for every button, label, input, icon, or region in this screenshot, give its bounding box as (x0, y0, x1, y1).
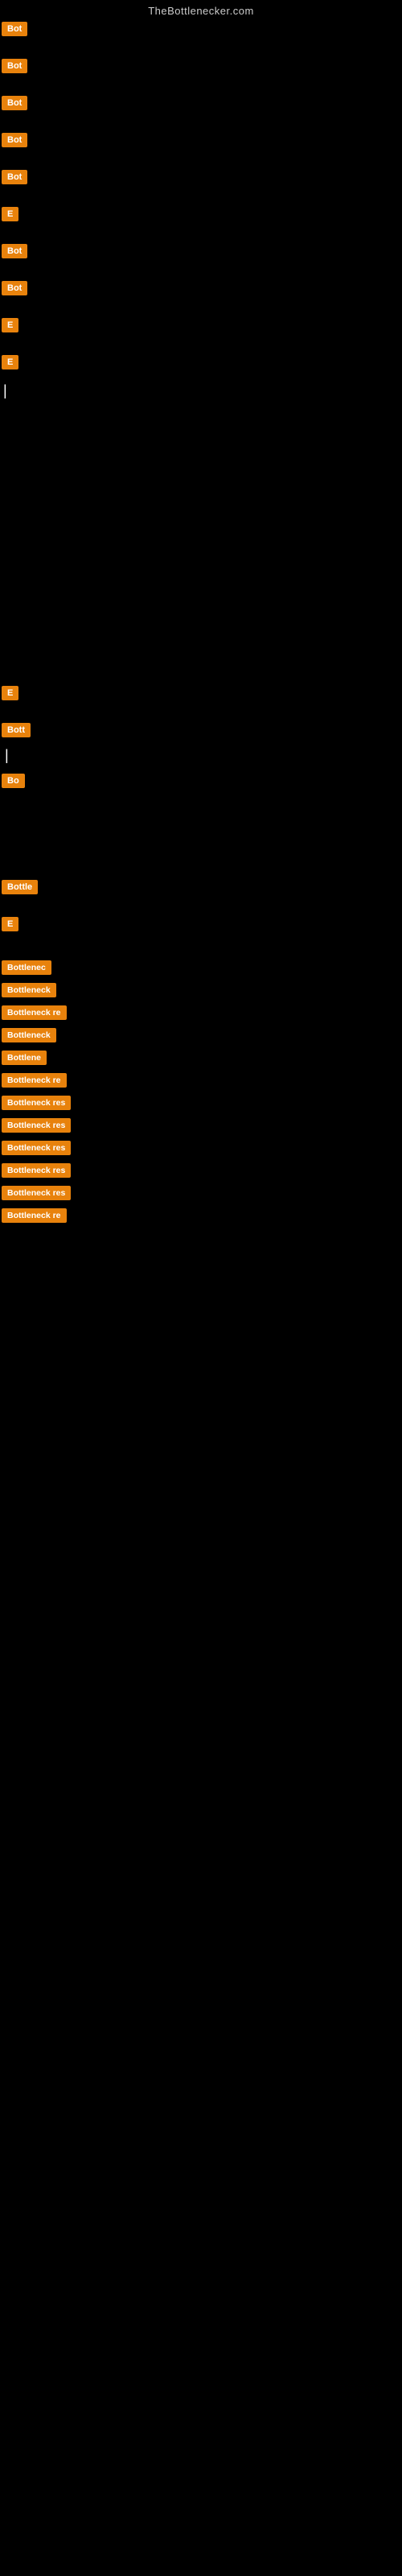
list-btn-2[interactable]: Bottleneck (2, 983, 56, 997)
row-1: Bot (2, 22, 402, 36)
pipe-char: | (2, 381, 9, 401)
list-btn-6[interactable]: Bottleneck re (2, 1073, 67, 1088)
list-btn-9[interactable]: Bottleneck res (2, 1141, 71, 1155)
mid-row-1: E (2, 686, 402, 700)
mid-btn-1[interactable]: E (2, 686, 18, 700)
list-item-7: Bottleneck res (2, 1096, 400, 1110)
row-5: Bot (2, 170, 402, 184)
list-item-12: Bottleneck re (2, 1208, 400, 1223)
low-row-2: E (2, 917, 402, 931)
mid-row-2: Bott (2, 723, 402, 737)
list-item-11: Bottleneck res (2, 1186, 400, 1200)
content-area (0, 402, 402, 676)
row-4: Bot (2, 133, 402, 147)
top-section: Bot Bot Bot Bot Bot E Bot Bot E E (0, 20, 402, 373)
row-6: E (2, 207, 402, 221)
list-btn-7[interactable]: Bottleneck res (2, 1096, 71, 1110)
btn-6[interactable]: E (2, 207, 18, 221)
list-btn-8[interactable]: Bottleneck res (2, 1118, 71, 1133)
btn-7[interactable]: Bot (2, 244, 27, 258)
mid-row-4: Bo (2, 774, 402, 788)
btn-4[interactable]: Bot (2, 133, 27, 147)
low-row-1: Bottle (2, 880, 402, 894)
row-3: Bot (2, 96, 402, 110)
list-item-9: Bottleneck res (2, 1141, 400, 1155)
list-btn-11[interactable]: Bottleneck res (2, 1186, 71, 1200)
site-title: TheBottlenecker.com (0, 0, 402, 20)
btn-8[interactable]: Bot (2, 281, 27, 295)
btn-2[interactable]: Bot (2, 59, 27, 73)
list-item-6: Bottleneck re (2, 1073, 400, 1088)
list-btn-4[interactable]: Bottleneck (2, 1028, 56, 1042)
row-9: E (2, 318, 402, 332)
btn-9[interactable]: E (2, 318, 18, 332)
list-item-8: Bottleneck res (2, 1118, 400, 1133)
row-7: Bot (2, 244, 402, 258)
spacer-area (0, 791, 402, 872)
btn-5[interactable]: Bot (2, 170, 27, 184)
mid-row-3: | (2, 745, 402, 766)
btn-10[interactable]: E (2, 355, 18, 369)
list-item-10: Bottleneck res (2, 1163, 400, 1178)
mid-pipe: | (3, 745, 10, 766)
lower-section: Bottle E (0, 878, 402, 935)
middle-section: E Bott | Bo (0, 684, 402, 791)
row-2: Bot (2, 59, 402, 73)
row-10: E (2, 355, 402, 369)
list-item-3: Bottleneck re (2, 1005, 400, 1020)
list-btn-3[interactable]: Bottleneck re (2, 1005, 67, 1020)
list-btn-1[interactable]: Bottlenec (2, 960, 51, 975)
list-item-1: Bottlenec (2, 960, 400, 975)
low-btn-2[interactable]: E (2, 917, 18, 931)
list-section: Bottlenec Bottleneck Bottleneck re Bottl… (0, 957, 402, 1234)
btn-3[interactable]: Bot (2, 96, 27, 110)
row-8: Bot (2, 281, 402, 295)
list-item-4: Bottleneck (2, 1028, 400, 1042)
mid-btn-2[interactable]: Bott (2, 723, 31, 737)
pipe-row: | (0, 381, 402, 401)
low-btn-1[interactable]: Bottle (2, 880, 38, 894)
mid-btn-4[interactable]: Bo (2, 774, 25, 788)
list-item-5: Bottlene (2, 1051, 400, 1065)
list-btn-12[interactable]: Bottleneck re (2, 1208, 67, 1223)
list-btn-10[interactable]: Bottleneck res (2, 1163, 71, 1178)
btn-1[interactable]: Bot (2, 22, 27, 36)
list-btn-5[interactable]: Bottlene (2, 1051, 47, 1065)
list-item-2: Bottleneck (2, 983, 400, 997)
